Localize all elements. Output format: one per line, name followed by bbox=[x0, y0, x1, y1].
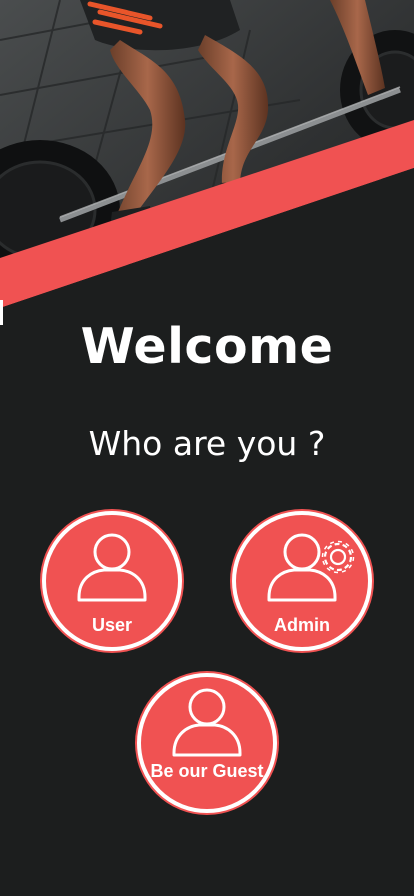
admin-label: Admin bbox=[274, 615, 330, 635]
hero-photo bbox=[0, 0, 414, 330]
user-label: User bbox=[91, 615, 133, 635]
user-button[interactable]: User bbox=[42, 511, 182, 651]
person-icon bbox=[172, 688, 242, 757]
who-are-you-subtitle: Who are you ? bbox=[88, 424, 326, 463]
welcome-title: Welcome bbox=[80, 318, 334, 375]
guest-button[interactable]: Be our Guest bbox=[137, 673, 277, 813]
gear-icon bbox=[321, 540, 355, 574]
welcome-screen: Welcome Who are you ? User Admin Be our … bbox=[0, 0, 414, 896]
admin-button[interactable]: Admin bbox=[232, 511, 372, 651]
guest-label: Be our Guest bbox=[150, 761, 264, 781]
